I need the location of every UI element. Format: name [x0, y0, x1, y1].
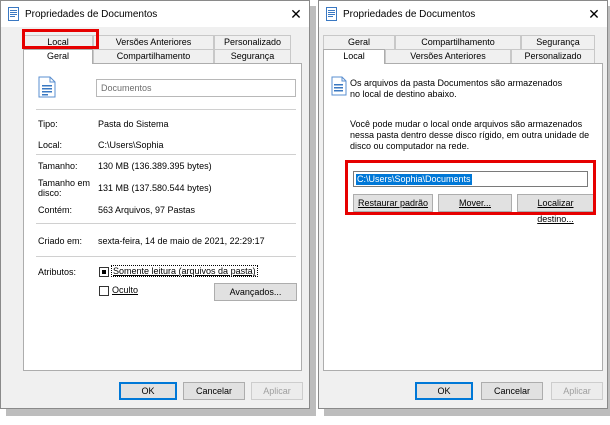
- description-text-3: disco ou computador na rede.: [350, 141, 470, 151]
- info-text-1: Os arquivos da pasta Documentos são arma…: [350, 78, 563, 88]
- dialog-shadow: [6, 409, 312, 416]
- separator: [36, 223, 296, 224]
- tab-custom[interactable]: Personalizado: [214, 35, 291, 49]
- hidden-checkbox[interactable]: [99, 286, 109, 296]
- close-icon[interactable]: ✕: [581, 1, 607, 27]
- created-value: sexta-feira, 14 de maio de 2021, 22:29:1…: [98, 236, 265, 246]
- info-icon: [331, 76, 347, 96]
- tab-previous-versions[interactable]: Versões Anteriores: [93, 35, 214, 49]
- title-bar: Propriedades de Documentos ✕: [1, 1, 309, 27]
- folder-icon: [326, 7, 337, 21]
- size-on-disk-label: Tamanho em: [38, 178, 91, 188]
- description-text-1: Você pode mudar o local onde arquivos sã…: [350, 119, 583, 129]
- highlight-box: [345, 160, 596, 215]
- title-bar: Propriedades de Documentos ✕: [319, 1, 607, 27]
- tab-row-front: Local Versões Anteriores Personalizado: [323, 49, 595, 64]
- tab-local[interactable]: Local: [323, 49, 385, 64]
- type-value: Pasta do Sistema: [98, 119, 169, 129]
- created-label: Criado em:: [38, 236, 83, 246]
- tab-row-front: Geral Compartilhamento Segurança: [23, 49, 291, 64]
- tab-security[interactable]: Segurança: [214, 49, 291, 63]
- info-text-2: no local de destino abaixo.: [350, 89, 457, 99]
- folder-name-input[interactable]: Documentos: [96, 79, 296, 97]
- dialog-footer: OK Cancelar Aplicar: [319, 376, 607, 408]
- tab-sharing[interactable]: Compartilhamento: [395, 35, 521, 49]
- hidden-label[interactable]: Oculto: [112, 285, 138, 295]
- highlight-box: [22, 29, 99, 49]
- tab-custom[interactable]: Personalizado: [511, 49, 595, 63]
- dialog-shadow: [310, 6, 316, 416]
- cancel-button[interactable]: Cancelar: [481, 382, 543, 400]
- size-value: 130 MB (136.389.395 bytes): [98, 161, 212, 171]
- general-panel: Documentos Tipo: Pasta do Sistema Local:…: [23, 63, 302, 371]
- location-value: C:\Users\Sophia: [98, 140, 164, 150]
- close-icon[interactable]: ✕: [283, 1, 309, 27]
- tab-security[interactable]: Segurança: [521, 35, 595, 49]
- tab-general[interactable]: Geral: [323, 35, 395, 49]
- cancel-button[interactable]: Cancelar: [183, 382, 245, 400]
- separator: [36, 109, 296, 110]
- dialog-footer: OK Cancelar Aplicar: [1, 376, 309, 408]
- size-on-disk-label-2: disco:: [38, 188, 62, 198]
- attributes-label: Atributos:: [38, 267, 77, 277]
- window-title: Propriedades de Documentos: [343, 9, 476, 20]
- ok-button[interactable]: OK: [119, 382, 177, 400]
- folder-icon: [8, 7, 19, 21]
- apply-button[interactable]: Aplicar: [551, 382, 603, 400]
- size-on-disk-value: 131 MB (137.580.544 bytes): [98, 183, 212, 193]
- readonly-checkbox[interactable]: [99, 267, 109, 277]
- description-text-2: nessa pasta dentro desse disco rígido, e…: [350, 130, 590, 140]
- location-panel: Os arquivos da pasta Documentos são arma…: [323, 63, 603, 371]
- dialog-shadow: [324, 409, 610, 416]
- tab-row-back: Geral Compartilhamento Segurança: [323, 35, 595, 49]
- tab-previous-versions[interactable]: Versões Anteriores: [385, 49, 511, 63]
- tab-sharing[interactable]: Compartilhamento: [93, 49, 214, 63]
- separator: [36, 154, 296, 155]
- apply-button[interactable]: Aplicar: [251, 382, 303, 400]
- contains-value: 563 Arquivos, 97 Pastas: [98, 205, 196, 215]
- size-label: Tamanho:: [38, 161, 78, 171]
- type-label: Tipo:: [38, 119, 58, 129]
- readonly-label[interactable]: Somente leitura (arquivos da pasta): [111, 265, 258, 277]
- advanced-button[interactable]: Avançados...: [214, 283, 297, 301]
- window-title: Propriedades de Documentos: [25, 9, 158, 20]
- location-label: Local:: [38, 140, 63, 150]
- separator: [36, 256, 296, 257]
- document-icon: [38, 76, 56, 98]
- properties-dialog-general: Propriedades de Documentos ✕ Local Versõ…: [0, 0, 310, 409]
- ok-button[interactable]: OK: [415, 382, 473, 400]
- tab-general[interactable]: Geral: [23, 49, 93, 64]
- contains-label: Contém:: [38, 205, 73, 215]
